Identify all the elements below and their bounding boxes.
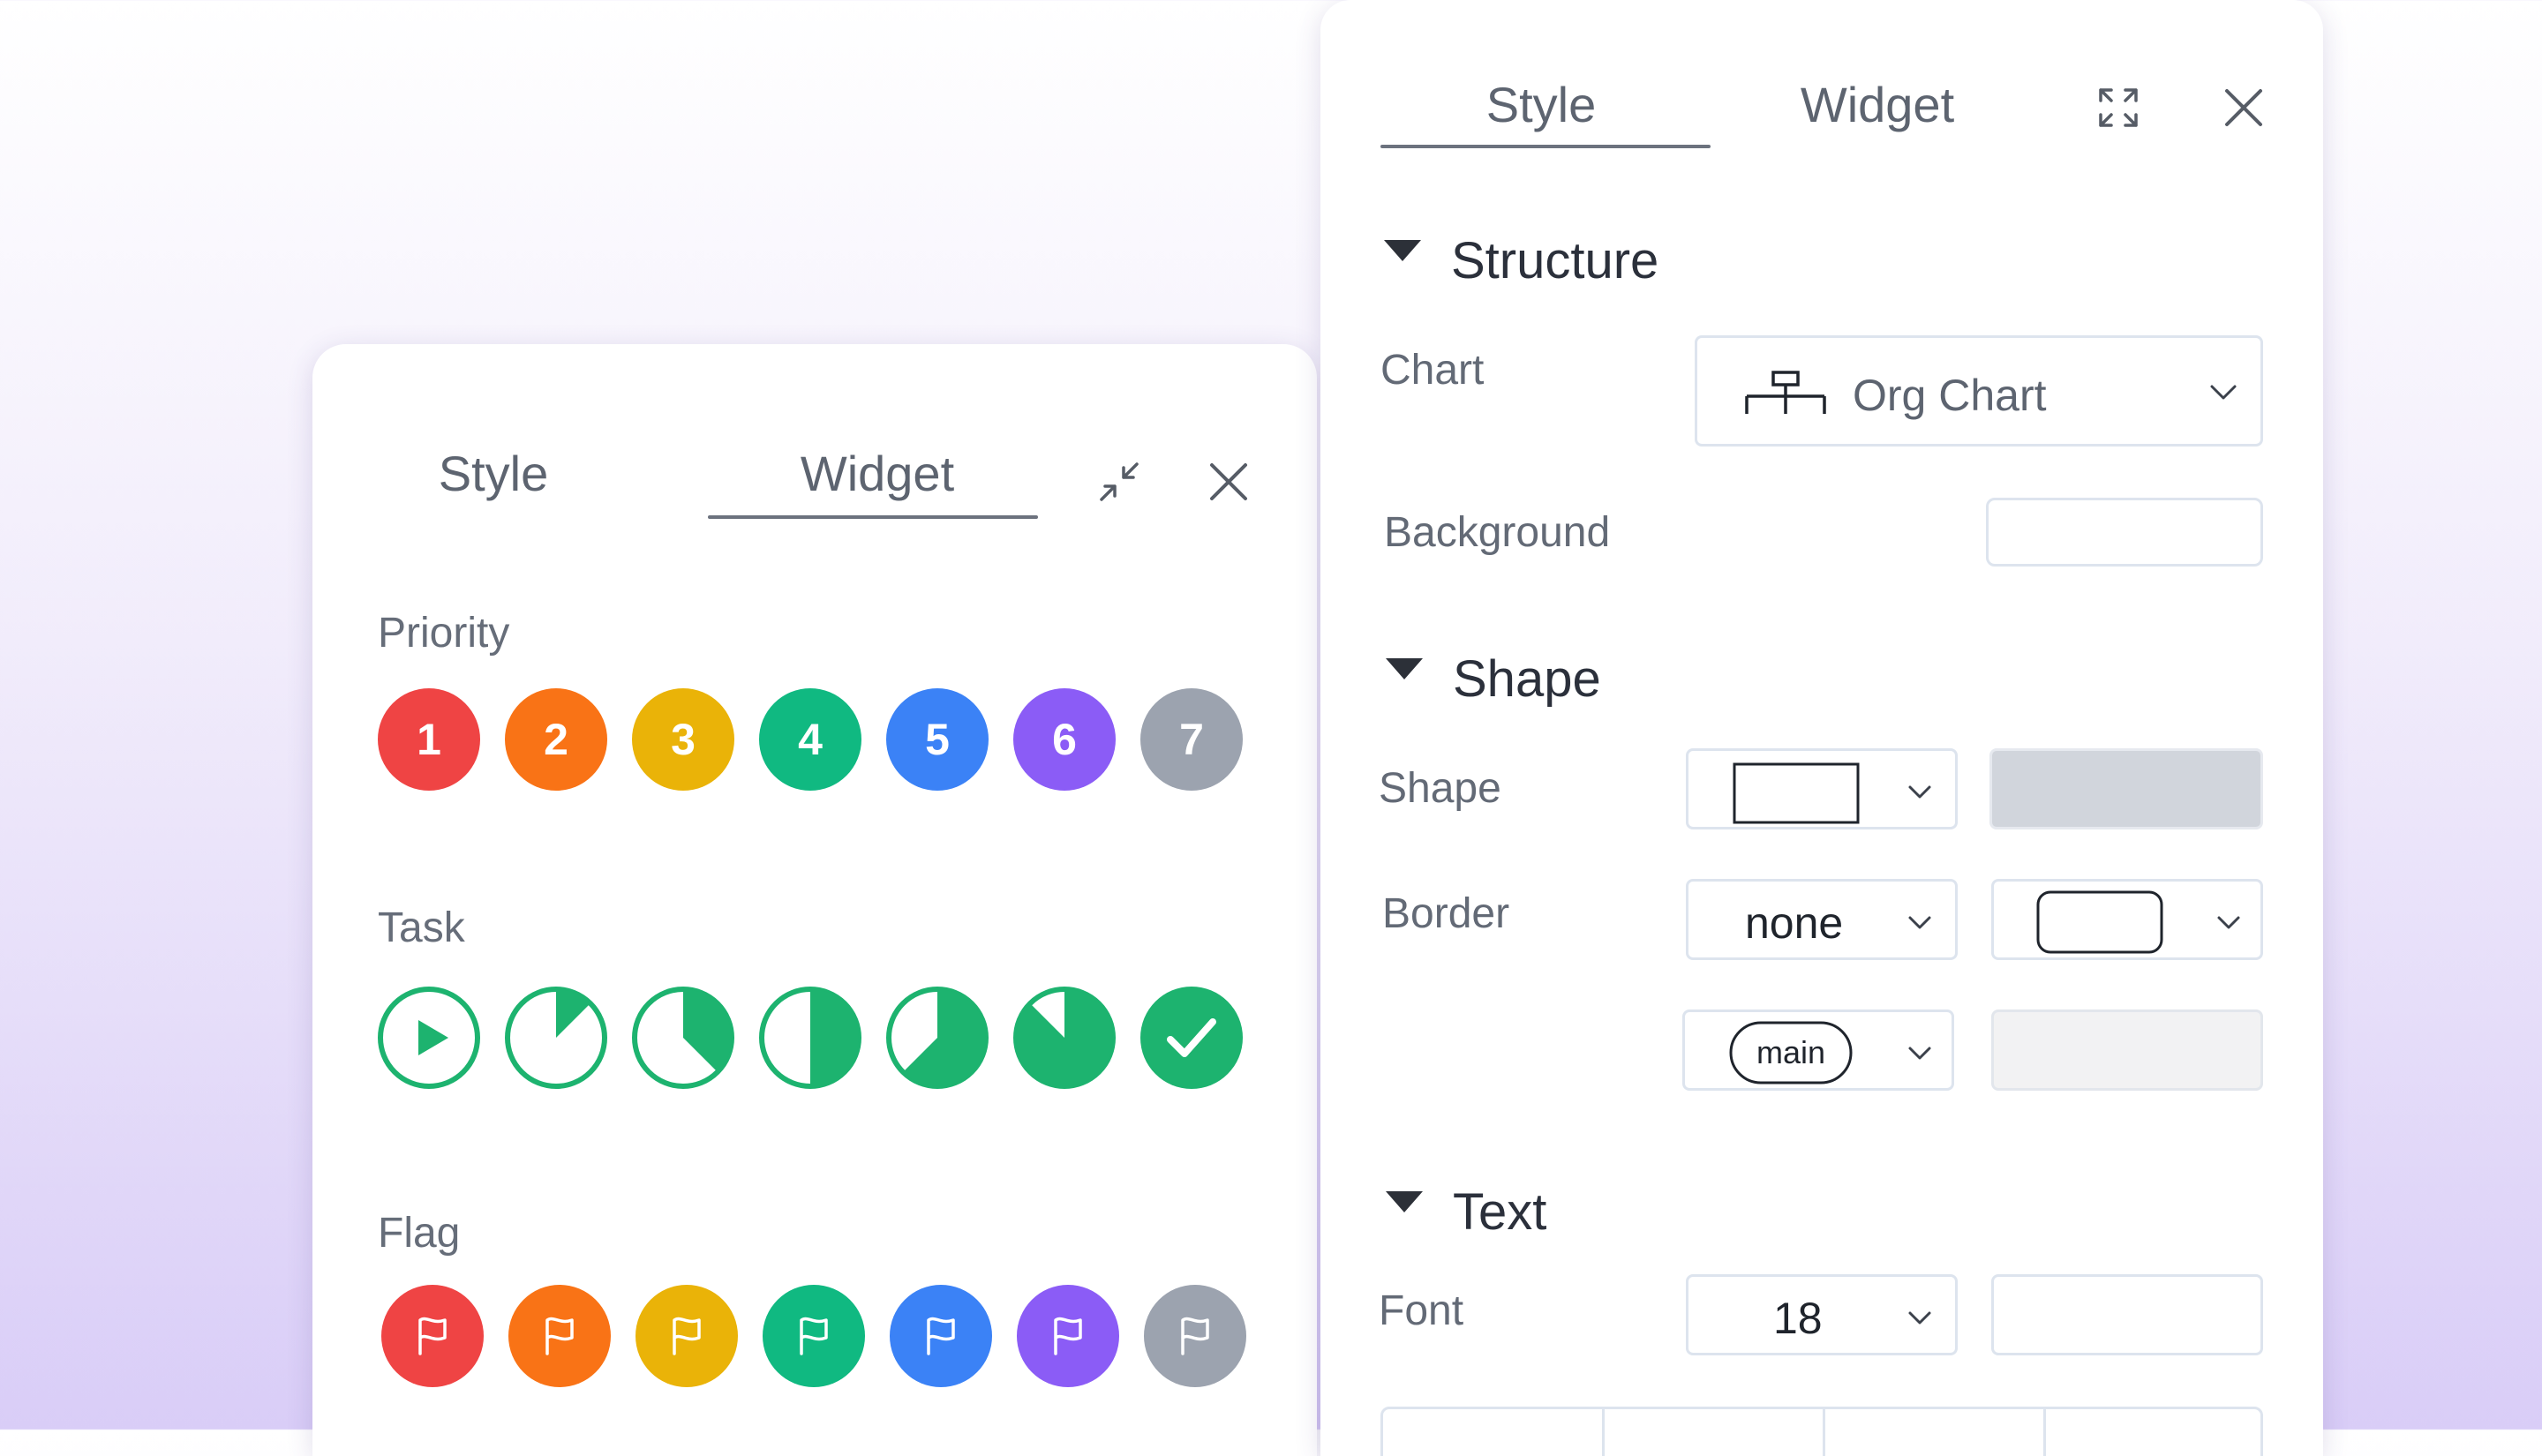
expand-icon[interactable] — [2094, 83, 2143, 132]
progress-icon — [759, 987, 861, 1089]
border-style-value: none — [1745, 898, 1844, 948]
font-label: Font — [1379, 1287, 1464, 1334]
flag-icon — [673, 1317, 701, 1355]
structure-toggle-icon[interactable] — [1384, 240, 1421, 261]
shape-label: Shape — [1379, 765, 1501, 812]
priority-number: 3 — [671, 715, 696, 764]
close-icon[interactable] — [2215, 79, 2272, 136]
border-style-dropdown[interactable]: none — [1686, 879, 1958, 960]
chart-type-value: Org Chart — [1853, 371, 2047, 420]
priority-number: 5 — [925, 715, 950, 764]
flag-icon — [927, 1317, 955, 1355]
play-icon — [378, 987, 480, 1089]
priority-5-button[interactable]: 5 — [886, 688, 989, 791]
chevron-down-icon — [1908, 785, 1931, 799]
flag-icon — [1181, 1317, 1209, 1355]
check-icon — [1140, 987, 1243, 1089]
progress-icon — [886, 987, 989, 1089]
collapse-icon[interactable] — [1093, 455, 1146, 508]
background-color-swatch[interactable] — [1986, 498, 2263, 567]
flag-icon — [1054, 1317, 1082, 1355]
chevron-down-icon — [1908, 1047, 1931, 1060]
priority-number: 7 — [1179, 715, 1204, 764]
rounded-rectangle-icon — [2036, 890, 2163, 954]
priority-3-button[interactable]: 3 — [632, 688, 734, 791]
flag-6-button[interactable] — [1017, 1285, 1119, 1387]
border-label: Border — [1382, 890, 1510, 937]
task-progress-3-button[interactable] — [759, 987, 861, 1089]
tab-widget[interactable]: Widget — [780, 445, 974, 502]
chevron-down-icon — [1908, 916, 1931, 929]
priority-number: 6 — [1052, 715, 1077, 764]
priority-number: 2 — [544, 715, 568, 764]
task-progress-0-button[interactable] — [378, 987, 480, 1089]
shape-heading: Shape — [1453, 650, 1601, 708]
flag-5-button[interactable] — [890, 1285, 992, 1387]
tab-style[interactable]: Style — [427, 445, 560, 502]
text-toggle-icon[interactable] — [1386, 1191, 1423, 1212]
chevron-down-icon — [2210, 385, 2237, 400]
line-color-swatch[interactable] — [1991, 1009, 2263, 1091]
chart-type-dropdown[interactable]: Org Chart — [1695, 335, 2263, 447]
flag-7-button[interactable] — [1144, 1285, 1246, 1387]
flag-1-button[interactable] — [381, 1285, 484, 1387]
background-label: Background — [1384, 509, 1611, 556]
widget-panel: Style Widget Priority Task Flag 1 2 3 4 5 6 7 — [312, 344, 1317, 1456]
chart-label: Chart — [1380, 347, 1485, 394]
flag-label: Flag — [378, 1210, 461, 1257]
flag-3-button[interactable] — [636, 1285, 738, 1387]
text-heading: Text — [1453, 1183, 1547, 1241]
priority-number: 4 — [798, 715, 823, 764]
line-style-value: main — [1756, 1034, 1826, 1070]
org-chart-icon — [1745, 371, 1826, 414]
task-progress-4-button[interactable] — [886, 987, 989, 1089]
flag-icon — [545, 1317, 574, 1355]
priority-2-button[interactable]: 2 — [505, 688, 607, 791]
task-progress-1-button[interactable] — [505, 987, 607, 1089]
shape-dropdown[interactable] — [1686, 748, 1958, 829]
shape-fill-swatch[interactable] — [1989, 748, 2263, 829]
task-progress-2-button[interactable] — [632, 987, 734, 1089]
task-progress-6-button[interactable] — [1140, 987, 1243, 1089]
active-tab-indicator — [1380, 145, 1711, 148]
text-format-toolbar — [1380, 1407, 2263, 1456]
line-style-dropdown[interactable]: main — [1682, 1009, 1954, 1091]
font-color-swatch[interactable] — [1991, 1274, 2263, 1355]
progress-icon — [1013, 987, 1116, 1089]
priority-6-button[interactable]: 6 — [1013, 688, 1116, 791]
tab-style[interactable]: Style — [1479, 76, 1603, 133]
flag-icon — [800, 1317, 828, 1355]
active-tab-indicator — [708, 515, 1038, 519]
flag-icon — [418, 1317, 447, 1355]
progress-icon — [505, 987, 607, 1089]
task-label: Task — [378, 904, 465, 951]
close-icon[interactable] — [1200, 454, 1257, 510]
font-size-dropdown[interactable]: 18 — [1686, 1274, 1958, 1355]
structure-heading: Structure — [1451, 232, 1659, 289]
task-progress-5-button[interactable] — [1013, 987, 1116, 1089]
flag-2-button[interactable] — [508, 1285, 611, 1387]
rectangle-icon — [1733, 762, 1860, 824]
style-panel: Style Widget Structure Chart Org Chart B… — [1320, 0, 2323, 1456]
chevron-down-icon — [1908, 1311, 1931, 1325]
tab-widget[interactable]: Widget — [1783, 76, 1972, 133]
progress-icon — [632, 987, 734, 1089]
shape-toggle-icon[interactable] — [1386, 658, 1423, 679]
priority-1-button[interactable]: 1 — [378, 688, 480, 791]
priority-label: Priority — [378, 610, 510, 657]
flag-4-button[interactable] — [763, 1285, 865, 1387]
font-size-value: 18 — [1773, 1294, 1823, 1343]
chevron-down-icon — [2217, 916, 2240, 929]
priority-4-button[interactable]: 4 — [759, 688, 861, 791]
border-shape-dropdown[interactable] — [1991, 879, 2263, 960]
priority-7-button[interactable]: 7 — [1140, 688, 1243, 791]
priority-number: 1 — [417, 715, 441, 764]
